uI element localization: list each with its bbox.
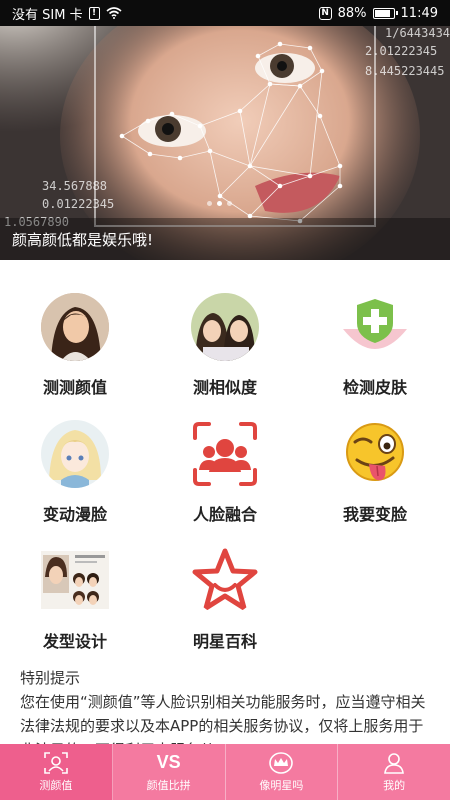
user-icon	[383, 752, 405, 774]
carousel-dot[interactable]	[207, 201, 212, 206]
tab-label: 颜值比拼	[146, 778, 191, 792]
carousel-dot[interactable]	[227, 201, 232, 206]
feature-face-merge[interactable]: 人脸融合	[150, 412, 300, 539]
face-frame-icon	[44, 751, 68, 774]
tab-look-like-star[interactable]: 像明星吗	[225, 744, 339, 800]
tab-label: 我的	[383, 778, 406, 792]
tab-label: 测颜值	[39, 778, 73, 792]
status-bar: 没有 SIM 卡 ! N 88% 11:49	[0, 0, 450, 26]
feature-label: 检测皮肤	[342, 378, 407, 397]
two-girls-photo-icon	[191, 293, 259, 361]
feature-similarity[interactable]: 测相似度	[150, 285, 300, 412]
feature-skin-check[interactable]: 检测皮肤	[300, 285, 450, 412]
feature-anime-face[interactable]: 变动漫脸	[0, 412, 150, 539]
vs-icon: VS	[156, 752, 181, 772]
battery-percent: 88%	[337, 5, 367, 21]
nfc-icon: N	[318, 6, 332, 20]
battery-icon	[372, 7, 398, 19]
star-icon	[191, 547, 259, 615]
carousel-dots	[207, 201, 232, 206]
shield-plus-icon	[341, 293, 409, 361]
hairstyle-catalog-icon	[41, 547, 109, 615]
clock: 11:49	[400, 5, 438, 21]
feature-face-swap[interactable]: 我要变脸	[300, 412, 450, 539]
carrier-text: 没有 SIM 卡	[12, 7, 83, 23]
tab-mine[interactable]: 我的	[338, 744, 450, 800]
banner-number: 2.01222345	[365, 44, 438, 58]
woman-portrait-icon	[41, 293, 109, 361]
wifi-icon	[106, 7, 122, 19]
banner-number: 34.567888	[42, 179, 108, 193]
feature-celebrity-wiki[interactable]: 明星百科	[150, 539, 300, 666]
face-scan-banner[interactable]: 1/6443434 2.01222345 8.445223445 34.5678…	[0, 26, 450, 260]
notice-title: 特别提示	[20, 669, 81, 687]
feature-label: 人脸融合	[192, 505, 257, 524]
feature-label: 测相似度	[192, 378, 257, 397]
status-right: N 88% 11:49	[318, 5, 438, 21]
status-left: 没有 SIM 卡 !	[12, 4, 122, 23]
banner-number: 8.445223445	[365, 64, 445, 78]
feature-label: 变动漫脸	[42, 505, 107, 524]
feature-grid: 测测颜值 测相似度 检测皮肤 变动漫脸 人脸融合 我要变脸 发型设计 明星百科	[0, 285, 450, 666]
crown-icon	[268, 751, 294, 774]
banner-caption: 颜高颜低都是娱乐哦!	[0, 218, 450, 260]
banner-number: 1/6443434	[385, 26, 450, 40]
face-scan-icon	[191, 420, 259, 488]
feature-hairstyle[interactable]: 发型设计	[0, 539, 150, 666]
feature-label: 明星百科	[192, 632, 257, 651]
feature-label: 测测颜值	[42, 378, 107, 397]
tab-face-score[interactable]: 测颜值	[0, 744, 113, 800]
tongue-emoji-icon	[341, 420, 409, 488]
tab-face-compare[interactable]: VS 颜值比拼	[112, 744, 226, 800]
banner-number: 0.01222345	[42, 197, 115, 211]
feature-face-score[interactable]: 测测颜值	[0, 285, 150, 412]
feature-label: 发型设计	[42, 632, 107, 651]
tab-label: 像明星吗	[259, 778, 304, 792]
carousel-dot[interactable]	[217, 201, 222, 206]
bottom-tab-bar: 测颜值 VS 颜值比拼 像明星吗 我的	[0, 744, 450, 800]
anime-girl-icon	[41, 420, 109, 488]
sim-warning-icon: !	[88, 6, 100, 20]
feature-label: 我要变脸	[342, 505, 407, 524]
